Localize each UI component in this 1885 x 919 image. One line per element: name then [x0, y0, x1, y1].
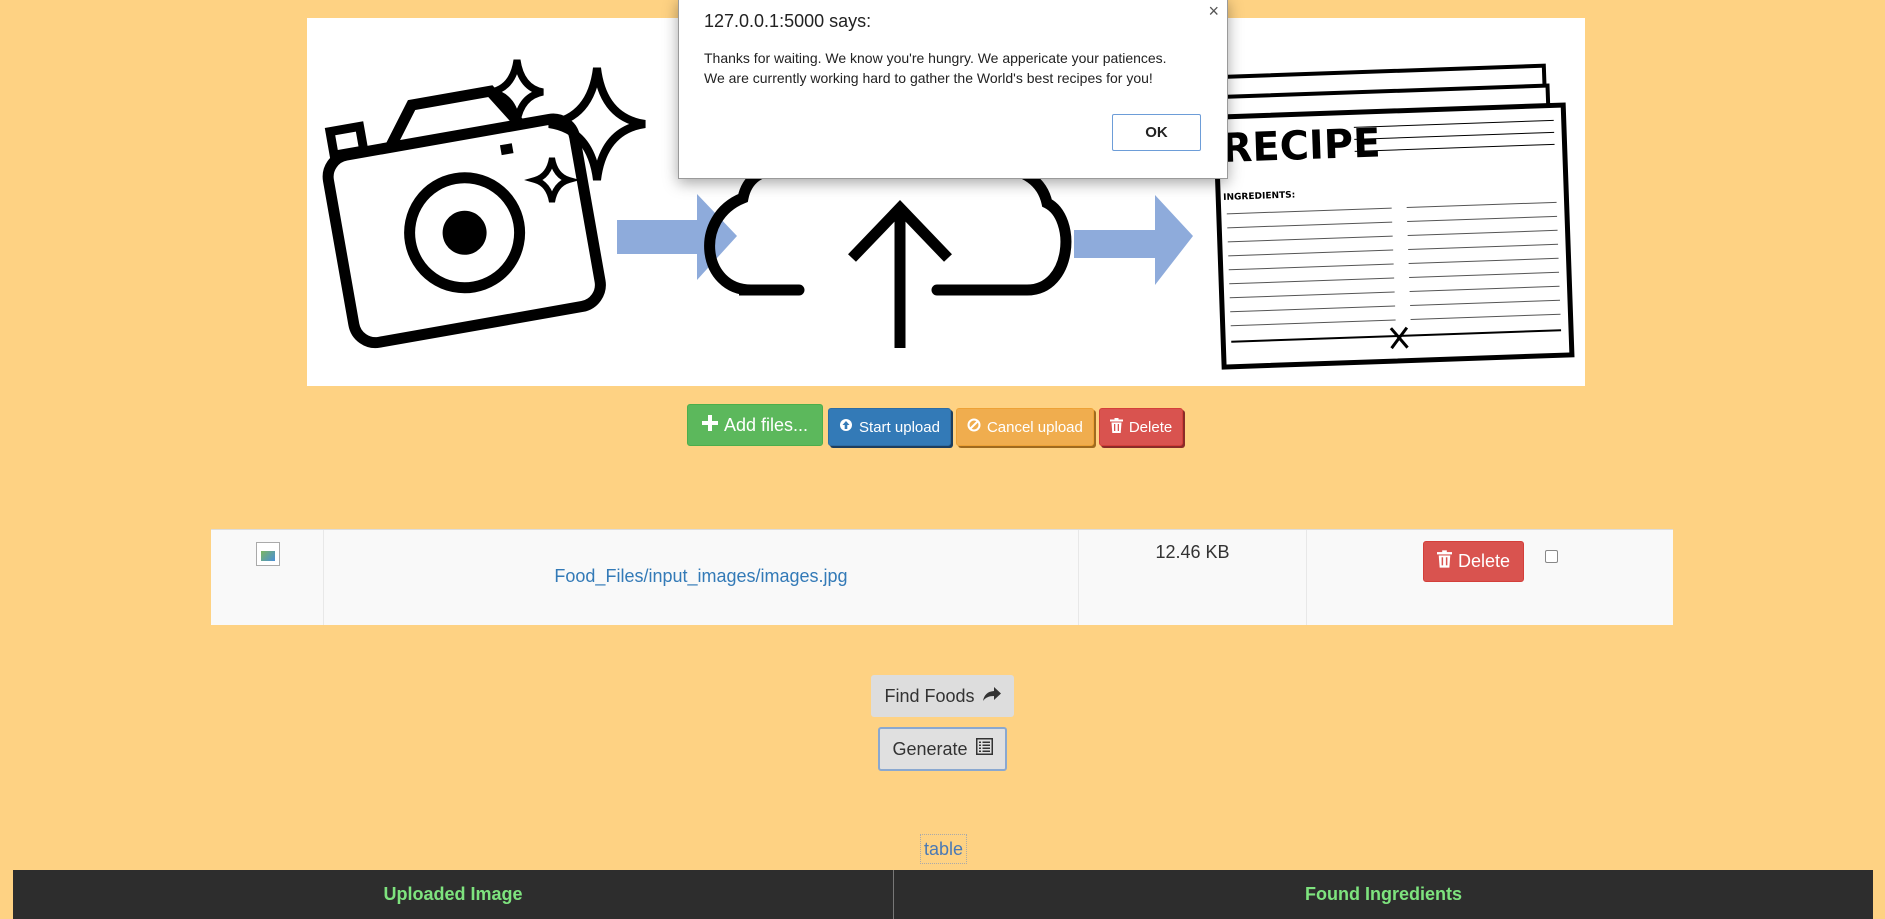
svg-text:RECIPE: RECIPE: [1221, 120, 1382, 172]
select-file-checkbox[interactable]: [1545, 550, 1558, 563]
plus-icon: [702, 414, 718, 436]
cloud-upload-icon: [704, 164, 1072, 348]
share-arrow-icon: [982, 686, 1001, 707]
ok-button[interactable]: OK: [1112, 114, 1201, 151]
alert-dialog: 127.0.0.1:5000 says: × Thanks for waitin…: [678, 0, 1228, 179]
sparkle-icon: [548, 67, 646, 181]
upload-circle-icon: [839, 418, 853, 436]
actions-cell: Delete: [1307, 530, 1673, 625]
list-alt-icon: [975, 738, 993, 760]
find-foods-button[interactable]: Find Foods: [871, 675, 1014, 717]
results-table-header: Uploaded Image Found Ingredients: [13, 870, 1873, 919]
table-link[interactable]: table: [920, 834, 968, 864]
dialog-message-line-1: Thanks for waiting. We know you're hungr…: [704, 50, 1167, 66]
delete-all-button[interactable]: Delete: [1098, 408, 1184, 446]
upload-toolbar: Add files... Start upload Cancel upload …: [687, 404, 1184, 449]
dialog-message: Thanks for waiting. We know you're hungr…: [704, 48, 1214, 88]
find-foods-label: Find Foods: [884, 685, 975, 706]
delete-file-button[interactable]: Delete: [1423, 541, 1525, 582]
sparkle-icon: [524, 157, 580, 203]
file-size: 12.46 KB: [1155, 542, 1230, 562]
generate-button[interactable]: Generate: [878, 727, 1007, 771]
filesize-cell: 12.46 KB: [1079, 530, 1307, 625]
uploaded-image-header: Uploaded Image: [13, 870, 894, 919]
filename-cell: Food_Files/input_images/images.jpg: [324, 530, 1079, 625]
delete-all-label: Delete: [1128, 418, 1173, 436]
found-ingredients-header: Found Ingredients: [1305, 884, 1462, 904]
dialog-message-line-2: We are currently working hard to gather …: [704, 70, 1153, 86]
trash-icon: [1109, 417, 1123, 437]
close-icon[interactable]: ×: [1208, 1, 1219, 22]
broken-image-icon: [256, 542, 280, 566]
ban-icon: [967, 418, 981, 436]
preview-cell: [211, 530, 324, 625]
add-files-label: Add files...: [724, 414, 809, 435]
arrow-right-icon: [1074, 195, 1193, 285]
start-upload-button[interactable]: Start upload: [828, 408, 951, 446]
cancel-upload-button[interactable]: Cancel upload: [955, 408, 1094, 446]
trash-icon: [1437, 550, 1452, 573]
cancel-upload-label: Cancel upload: [986, 418, 1083, 436]
generate-label: Generate: [892, 738, 968, 759]
add-files-button[interactable]: Add files...: [687, 404, 824, 446]
dialog-title: 127.0.0.1:5000 says:: [704, 11, 872, 31]
delete-file-label: Delete: [1458, 551, 1511, 571]
file-table-row: Food_Files/input_images/images.jpg 12.46…: [211, 529, 1673, 625]
start-upload-label: Start upload: [859, 418, 940, 436]
file-name-link[interactable]: Food_Files/input_images/images.jpg: [324, 566, 1078, 587]
recipe-card-illustration: RECIPE INGREDIENTS:: [1212, 63, 1575, 370]
sparkle-icon: [490, 59, 544, 123]
